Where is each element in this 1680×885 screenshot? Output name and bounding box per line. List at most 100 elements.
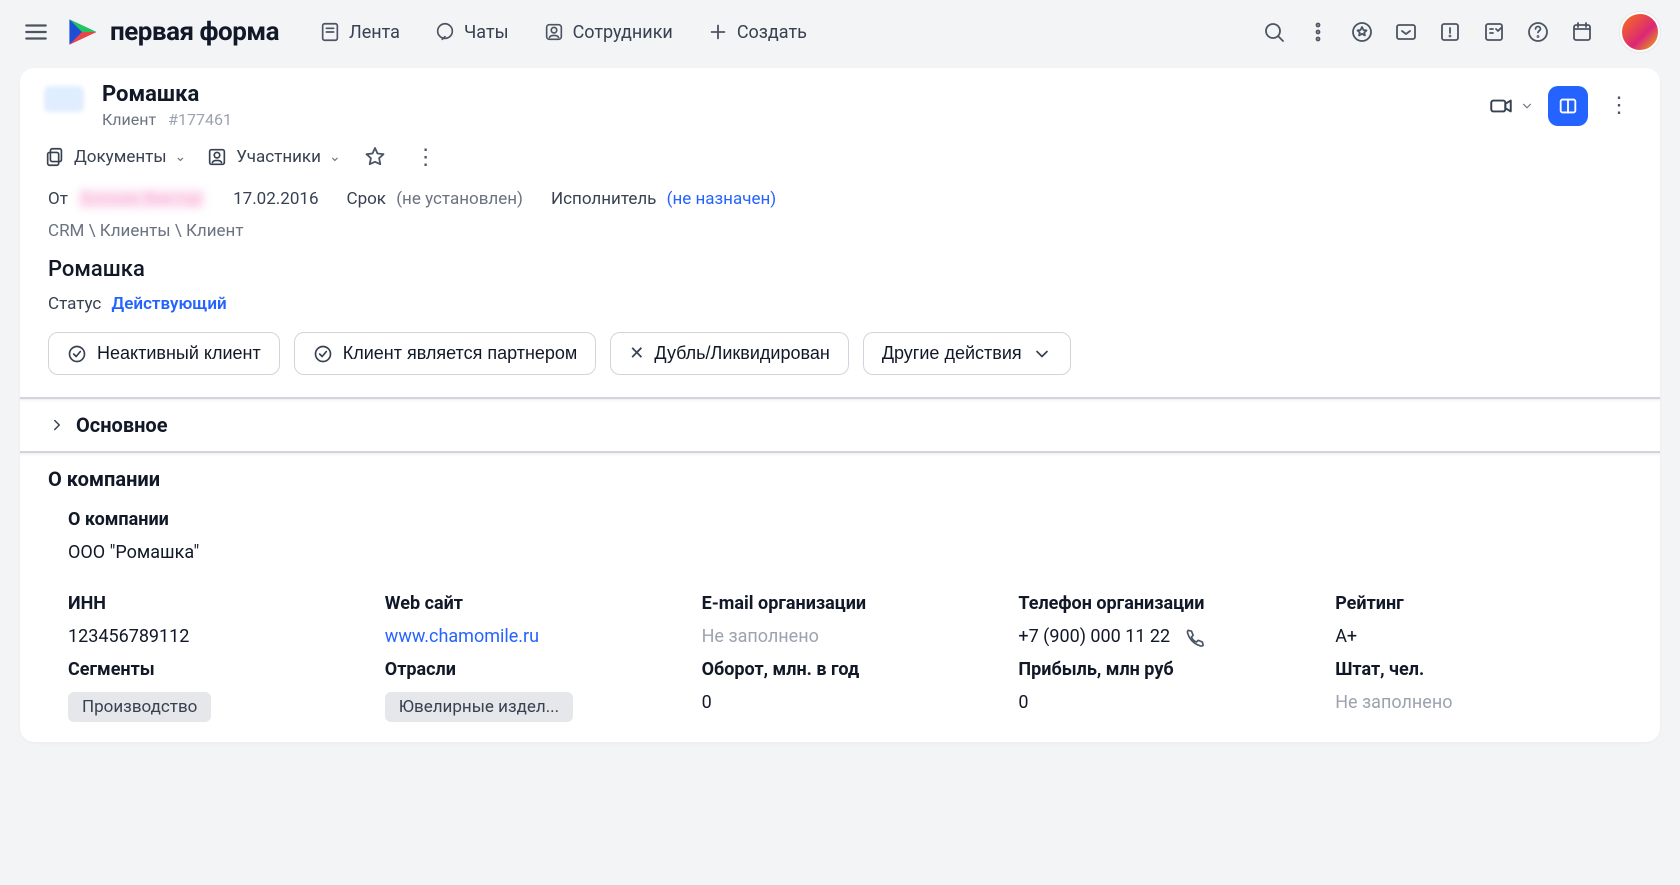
value-inn: 123456789112 xyxy=(68,626,345,647)
copy-icon xyxy=(44,146,66,168)
nav-feed-label: Лента xyxy=(349,22,400,43)
label-website: Web сайт xyxy=(385,593,662,614)
dots-icon xyxy=(1306,20,1330,44)
video-call-button[interactable] xyxy=(1488,93,1534,119)
logo-icon xyxy=(64,14,100,50)
label-segments: Сегменты xyxy=(68,659,345,680)
value-turnover: 0 xyxy=(702,692,979,722)
deadline-value: (не установлен) xyxy=(396,189,523,209)
chevron-down-icon xyxy=(1032,344,1052,364)
top-nav: Лента Чаты Сотрудники Создать xyxy=(311,15,815,49)
close-icon: ✕ xyxy=(629,343,644,364)
favorite-toggle[interactable] xyxy=(361,143,389,171)
search-icon xyxy=(1262,20,1286,44)
action-other[interactable]: Другие действия xyxy=(863,332,1071,375)
value-profit: 0 xyxy=(1018,692,1295,722)
layout-columns-button[interactable] xyxy=(1548,86,1588,126)
user-avatar[interactable] xyxy=(1620,12,1660,52)
client-thumbnail xyxy=(44,86,84,112)
chevron-right-icon xyxy=(48,416,66,434)
section-main-label: Основное xyxy=(76,413,168,437)
card-toolbar: Документы ⌄ Участники ⌄ ⋮ xyxy=(20,137,1660,183)
documents-menu[interactable]: Документы ⌄ xyxy=(44,146,186,168)
action-other-label: Другие действия xyxy=(882,343,1022,364)
label-staff: Штат, чел. xyxy=(1335,659,1612,680)
nav-feed[interactable]: Лента xyxy=(311,15,408,49)
help-icon xyxy=(1526,20,1550,44)
about-group-label: О компании xyxy=(20,499,1660,536)
value-phone[interactable]: +7 (900) 000 11 22 xyxy=(1018,626,1295,647)
breadcrumb[interactable]: CRM \ Клиенты \ Клиент xyxy=(20,213,1660,249)
section-about-title: О компании xyxy=(20,451,1660,499)
inbox-icon xyxy=(1394,20,1418,44)
nav-employees[interactable]: Сотрудники xyxy=(535,15,681,49)
label-turnover: Оборот, млн. в год xyxy=(702,659,979,680)
plus-icon xyxy=(707,21,729,43)
created-date: 17.02.2016 xyxy=(233,189,318,209)
chat-icon xyxy=(434,21,456,43)
value-segments[interactable]: Производство xyxy=(68,692,345,722)
columns-icon xyxy=(1557,95,1579,117)
check-circle-icon xyxy=(67,344,87,364)
tasks-button[interactable] xyxy=(1480,18,1508,46)
nav-create-label: Создать xyxy=(737,22,807,43)
client-type: Клиент xyxy=(102,110,156,129)
calendar-icon xyxy=(1570,20,1594,44)
record-card: Ромашка Клиент #177461 ⋮ Документы ⌄ xyxy=(20,68,1660,742)
actions-row: Неактивный клиент Клиент является партне… xyxy=(20,328,1660,397)
action-inactive-client[interactable]: Неактивный клиент xyxy=(48,332,280,375)
phone-number[interactable]: +7 (900) 000 11 22 xyxy=(1018,626,1170,647)
segment-tag[interactable]: Производство xyxy=(68,692,211,722)
label-inn: ИНН xyxy=(68,593,345,614)
status-row: Статус Действующий xyxy=(20,290,1660,328)
alerts-button[interactable] xyxy=(1436,18,1464,46)
action-duplicate[interactable]: ✕ Дубль/Ликвидирован xyxy=(610,332,849,375)
favorites-button[interactable] xyxy=(1348,18,1376,46)
search-button[interactable] xyxy=(1260,18,1288,46)
record-name: Ромашка xyxy=(20,249,1660,290)
assignee-value[interactable]: (не назначен) xyxy=(667,189,777,209)
deadline-label: Срок xyxy=(347,189,387,209)
action-partner[interactable]: Клиент является партнером xyxy=(294,332,597,375)
calendar-button[interactable] xyxy=(1568,18,1596,46)
logo-text: первая форма xyxy=(110,17,279,47)
chevron-down-icon: ⌄ xyxy=(329,149,341,165)
nav-chats-label: Чаты xyxy=(464,22,509,43)
phone-icon[interactable] xyxy=(1184,627,1204,647)
action-inactive-label: Неактивный клиент xyxy=(97,343,261,364)
meta-row: От Блохин Виктор 17.02.2016 Срок (не уст… xyxy=(20,183,1660,213)
help-button[interactable] xyxy=(1524,18,1552,46)
menu-toggle[interactable] xyxy=(20,16,52,48)
about-company-name: ООО "Ромашка" xyxy=(20,536,1660,583)
employees-icon xyxy=(543,21,565,43)
value-rating: A+ xyxy=(1335,626,1612,647)
tasks-icon xyxy=(1482,20,1506,44)
video-icon xyxy=(1488,93,1514,119)
more-vertical-button[interactable] xyxy=(1304,18,1332,46)
logo[interactable]: первая форма xyxy=(64,14,279,50)
assignee-label: Исполнитель xyxy=(551,189,656,209)
industry-tag[interactable]: Ювелирные издел... xyxy=(385,692,573,722)
value-website[interactable]: www.chamomile.ru xyxy=(385,626,662,647)
chevron-down-icon: ⌄ xyxy=(175,149,187,165)
label-profit: Прибыль, млн руб xyxy=(1018,659,1295,680)
participants-menu[interactable]: Участники ⌄ xyxy=(206,146,340,168)
documents-label: Документы xyxy=(74,147,167,167)
nav-create[interactable]: Создать xyxy=(699,15,815,49)
toolbar-more-button[interactable]: ⋮ xyxy=(409,145,443,170)
chevron-down-icon xyxy=(1520,99,1534,113)
label-industries: Отрасли xyxy=(385,659,662,680)
client-id: #177461 xyxy=(168,110,232,129)
star-circle-icon xyxy=(1350,20,1374,44)
value-staff: Не заполнено xyxy=(1335,692,1612,722)
status-value[interactable]: Действующий xyxy=(112,294,227,314)
label-email: E-mail организации xyxy=(702,593,979,614)
card-more-button[interactable]: ⋮ xyxy=(1602,93,1636,118)
participants-label: Участники xyxy=(236,147,321,167)
value-industries[interactable]: Ювелирные издел... xyxy=(385,692,662,722)
check-circle-icon xyxy=(313,344,333,364)
inbox-button[interactable] xyxy=(1392,18,1420,46)
action-partner-label: Клиент является партнером xyxy=(343,343,578,364)
nav-chats[interactable]: Чаты xyxy=(426,15,517,49)
section-main-toggle[interactable]: Основное xyxy=(20,397,1660,451)
